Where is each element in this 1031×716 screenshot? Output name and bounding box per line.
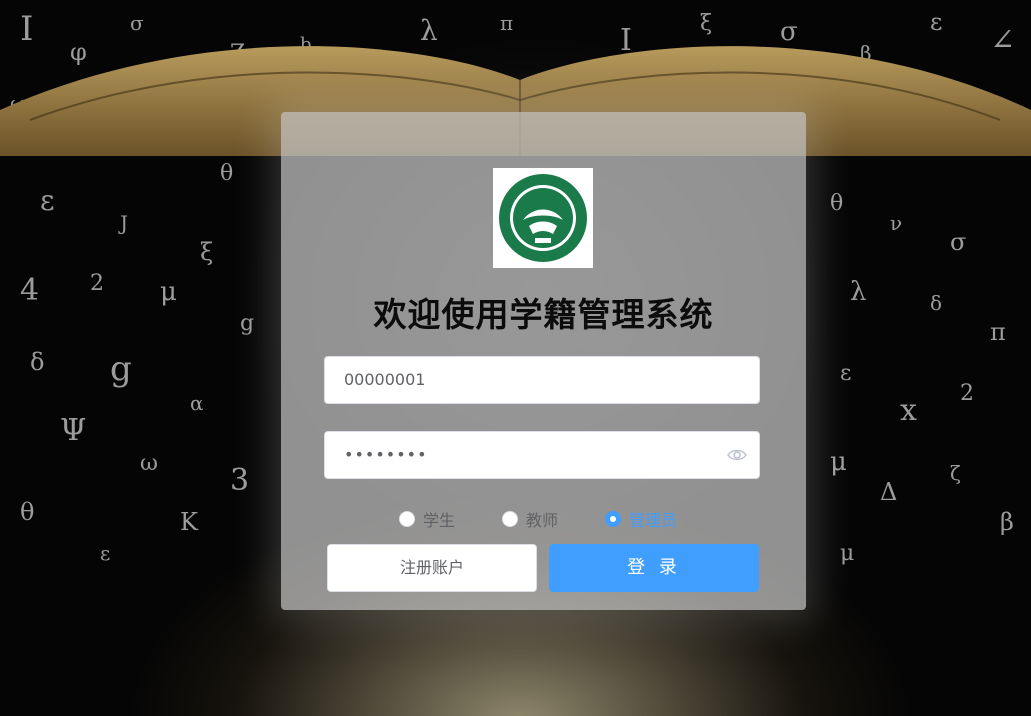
svg-text:λ: λ xyxy=(850,277,866,307)
username-input[interactable]: 00000001 xyxy=(324,356,760,404)
role-student-radio[interactable]: 学生 xyxy=(399,508,455,530)
role-admin-radio[interactable]: 管理员 xyxy=(605,508,677,530)
svg-text:Ψ: Ψ xyxy=(60,413,86,448)
radio-checked-icon xyxy=(605,511,621,527)
svg-text:θ: θ xyxy=(220,161,233,186)
password-input[interactable]: •••••••• xyxy=(324,431,760,479)
svg-text:α: α xyxy=(190,391,204,415)
svg-text:ε: ε xyxy=(40,184,55,217)
svg-text:Δ: Δ xyxy=(880,478,897,506)
svg-text:K: K xyxy=(180,508,199,536)
svg-text:4: 4 xyxy=(20,273,39,308)
role-radio-group: 学生 教师 管理员 xyxy=(281,508,806,530)
svg-text:2: 2 xyxy=(90,271,104,296)
svg-text:δ: δ xyxy=(930,291,942,315)
svg-text:ξ: ξ xyxy=(200,238,213,266)
register-button[interactable]: 注册账户 xyxy=(327,544,537,592)
svg-text:ω: ω xyxy=(140,451,158,476)
role-label: 学生 xyxy=(423,511,456,530)
svg-text:J: J xyxy=(118,211,128,235)
svg-text:θ: θ xyxy=(830,191,843,216)
svg-text:ε: ε xyxy=(840,361,851,386)
svg-text:g: g xyxy=(240,311,254,336)
svg-text:x: x xyxy=(900,393,917,428)
svg-text:g: g xyxy=(110,349,132,389)
svg-text:μ: μ xyxy=(830,447,847,477)
page-title: 欢迎使用学籍管理系统 xyxy=(373,295,714,334)
svg-text:θ: θ xyxy=(20,498,34,526)
svg-text:δ: δ xyxy=(30,348,44,376)
svg-text:σ: σ xyxy=(950,228,966,256)
school-logo xyxy=(493,168,593,268)
role-label: 管理员 xyxy=(629,511,678,530)
radio-circle-icon xyxy=(502,511,518,527)
svg-text:β: β xyxy=(1000,508,1014,536)
radio-circle-icon xyxy=(399,511,415,527)
login-card: 欢迎使用学籍管理系统 00000001 •••••••• 学生 教师 管理员 注… xyxy=(281,112,806,610)
eye-icon[interactable] xyxy=(727,446,747,464)
svg-text:μ: μ xyxy=(160,277,177,307)
role-teacher-radio[interactable]: 教师 xyxy=(502,508,558,530)
role-label: 教师 xyxy=(526,511,559,530)
password-value: •••••••• xyxy=(344,445,428,464)
svg-text:π: π xyxy=(990,318,1006,346)
svg-text:3: 3 xyxy=(230,463,249,498)
school-emblem-icon xyxy=(499,174,587,262)
svg-text:ν: ν xyxy=(890,211,902,235)
svg-text:μ: μ xyxy=(840,541,854,566)
svg-text:ζ: ζ xyxy=(950,461,961,485)
svg-text:ε: ε xyxy=(100,541,110,565)
login-button[interactable]: 登 录 xyxy=(549,544,759,592)
svg-text:2: 2 xyxy=(960,381,974,406)
